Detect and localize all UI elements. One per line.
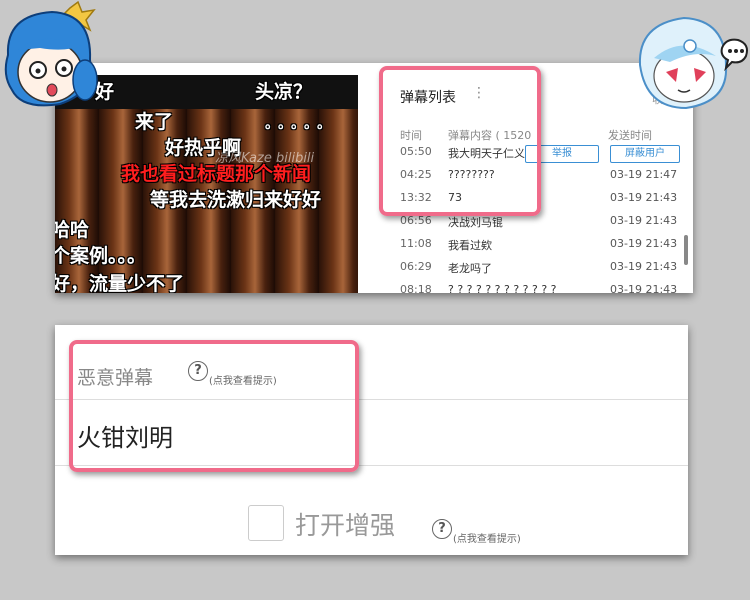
row-content: 老龙吗了: [448, 262, 492, 275]
row-date: 03-19 21:43: [610, 260, 678, 273]
help-hint-link[interactable]: (点我查看提示): [453, 530, 521, 545]
highlight-box: [379, 66, 541, 216]
row-date: 03-19 21:43: [610, 214, 678, 227]
list-scrollbar[interactable]: [684, 235, 688, 265]
bilibili-watermark: 凉风Kaze bilibili: [215, 151, 315, 166]
row-time: 06:29: [400, 260, 432, 273]
row-content: ? ? ? ? ? ? ? ? ? ? ? ?: [448, 283, 557, 293]
row-time: 08:18: [400, 283, 432, 293]
danmaku-bullet: 等我去洗漱归来好好: [150, 189, 322, 211]
row-date: 03-19 21:43: [610, 237, 678, 250]
danmaku-bullet: 来了: [135, 111, 174, 133]
mascot-sticker-right: [630, 10, 750, 120]
danmaku-bullet: 。。。。。: [265, 116, 337, 132]
danmaku-row[interactable]: 06:56 决战刘马锟 03-19 21:43: [400, 214, 685, 234]
danmaku-row[interactable]: 06:29 老龙吗了 03-19 21:43: [400, 260, 685, 280]
enhance-label[interactable]: 打开增强: [295, 506, 395, 542]
row-date: 03-19 21:43: [610, 283, 678, 293]
row-content: 决战刘马锟: [448, 216, 503, 229]
block-user-button[interactable]: 屏蔽用户: [610, 145, 680, 163]
danmaku-bullet: 好，流量少不了: [55, 273, 185, 293]
row-time: 11:08: [400, 237, 432, 250]
danmaku-row[interactable]: 11:08 我看过欸 03-19 21:43: [400, 237, 685, 257]
row-date: 03-19 21:43: [610, 191, 678, 204]
column-header-sent[interactable]: 发送时间: [608, 127, 652, 143]
danmaku-bullet: 头凉？: [255, 81, 313, 103]
danmaku-row[interactable]: 08:18 ? ? ? ? ? ? ? ? ? ? ? ? 03-19 21:4…: [400, 283, 685, 293]
enhance-checkbox[interactable]: [248, 505, 284, 541]
highlight-box: [69, 340, 359, 472]
help-icon[interactable]: ?: [432, 519, 452, 539]
danmaku-screenshot-panel: 好 头凉？ 来了 。。。。。 好热乎啊 我也看过标题那个新闻 等我去洗漱归来好好…: [55, 63, 693, 293]
danmaku-bullet: 哈哈: [55, 219, 90, 241]
danmaku-bullet: 个案例。。。: [55, 245, 147, 267]
row-date: 03-19 21:47: [610, 168, 678, 181]
mascot-sticker-left: [0, 0, 110, 120]
row-content: 我看过欸: [448, 239, 492, 252]
